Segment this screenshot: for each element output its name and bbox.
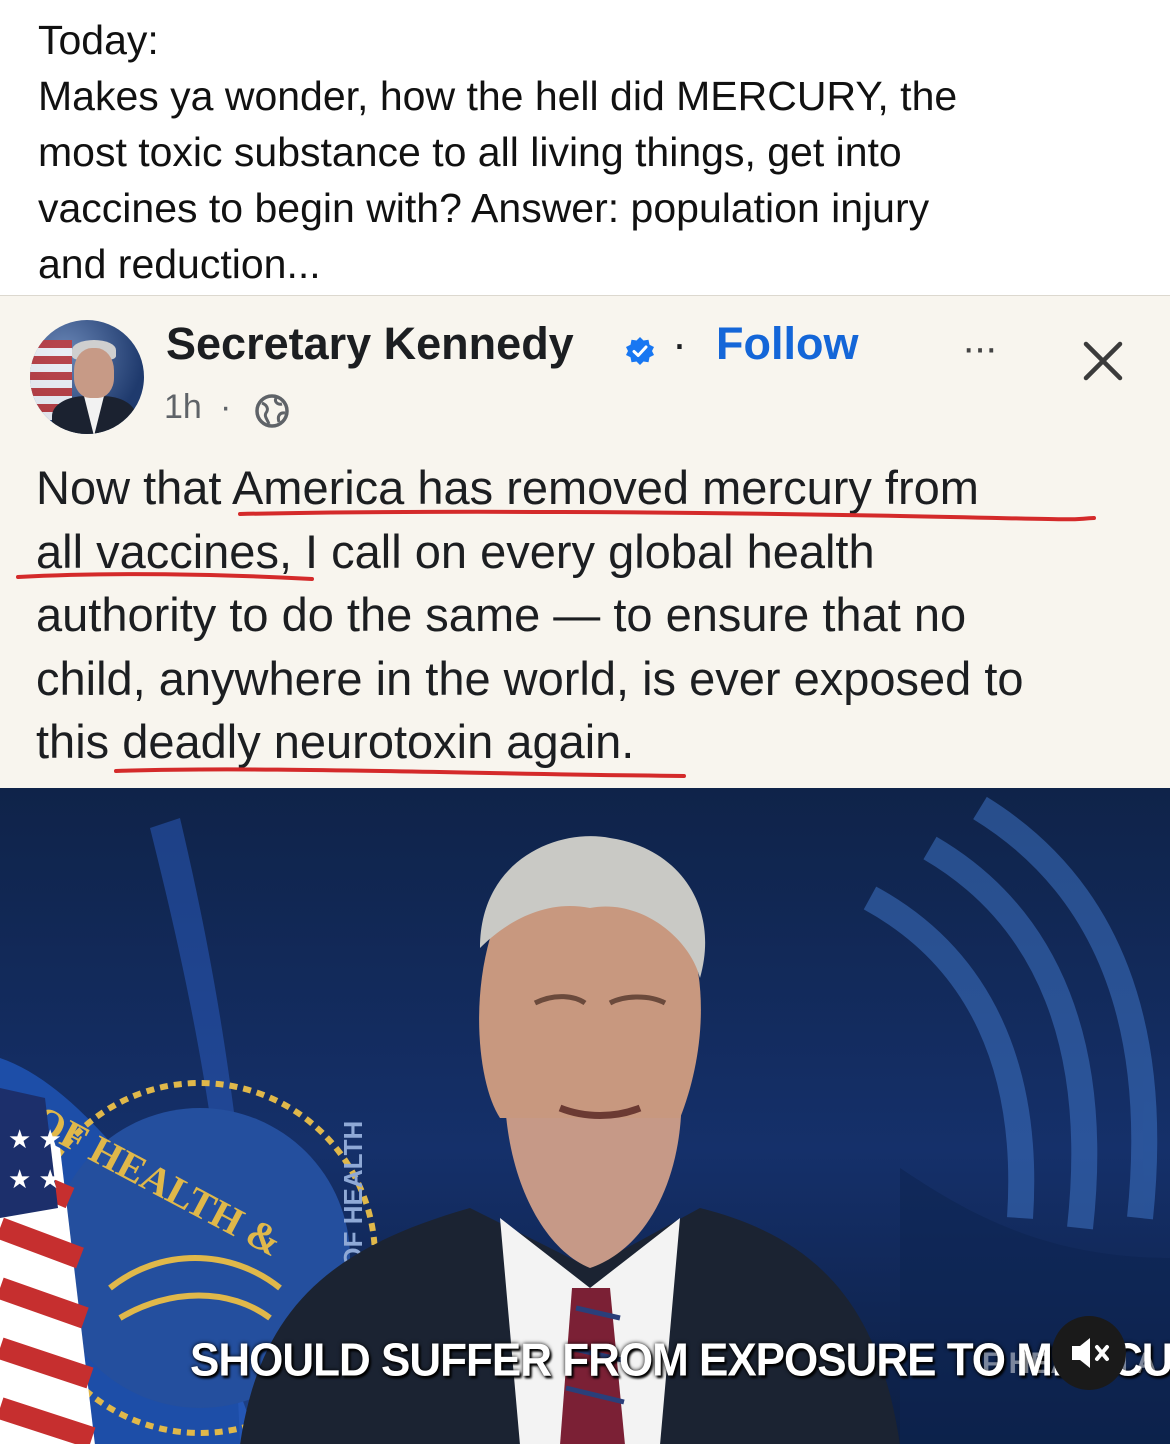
post-body-line: all vaccines, I call on every global hea… xyxy=(36,524,875,578)
caption-line: Makes ya wonder, how the hell did MERCUR… xyxy=(38,73,958,119)
name-separator: · xyxy=(672,318,687,369)
verified-badge-icon xyxy=(626,337,654,365)
post-body-line: Now that America has removed mercury fro… xyxy=(36,461,979,514)
post-body-line: child, anywhere in the world, is ever ex… xyxy=(36,651,1024,705)
meme-screenshot: Today: Makes ya wonder, how the hell did… xyxy=(0,0,1170,1444)
caption-line: vaccines to begin with? Answer: populati… xyxy=(38,185,930,231)
post-body-line: authority to do the same — to ensure tha… xyxy=(36,588,967,641)
embedded-post-card: Secretary Kennedy · Follow ··· 1h · Now … xyxy=(0,295,1170,1444)
muted-speaker-icon xyxy=(1072,1338,1109,1368)
close-icon[interactable] xyxy=(1074,332,1132,390)
avatar-face xyxy=(74,348,114,398)
time-separator: · xyxy=(220,388,232,426)
globe-icon xyxy=(255,394,289,428)
mute-button[interactable] xyxy=(1052,1316,1126,1390)
author-name[interactable]: Secretary Kennedy xyxy=(166,318,574,370)
follow-button[interactable]: Follow xyxy=(716,318,858,370)
post-body-line: this deadly neurotoxin again. xyxy=(36,715,635,768)
post-timestamp[interactable]: 1h xyxy=(164,388,202,427)
post-body: Now that America has removed mercury fro… xyxy=(36,456,1146,774)
more-options-icon[interactable]: ··· xyxy=(962,326,998,371)
svg-text:★ ★: ★ ★ xyxy=(8,1124,62,1154)
wall-logo-arcs xyxy=(863,796,1158,1230)
caption-line: and reduction... xyxy=(38,241,321,287)
caption-line: Today: xyxy=(38,17,159,63)
video-player[interactable]: OF HEALTH & ★ ★ ★ ★ S DEPARTMENT OF HEAL… xyxy=(0,788,1170,1444)
caption-text: Today: Makes ya wonder, how the hell did… xyxy=(38,12,1148,292)
avatar[interactable] xyxy=(30,320,144,434)
caption-line: most toxic substance to all living thing… xyxy=(38,129,902,175)
svg-text:★ ★: ★ ★ xyxy=(8,1164,62,1194)
